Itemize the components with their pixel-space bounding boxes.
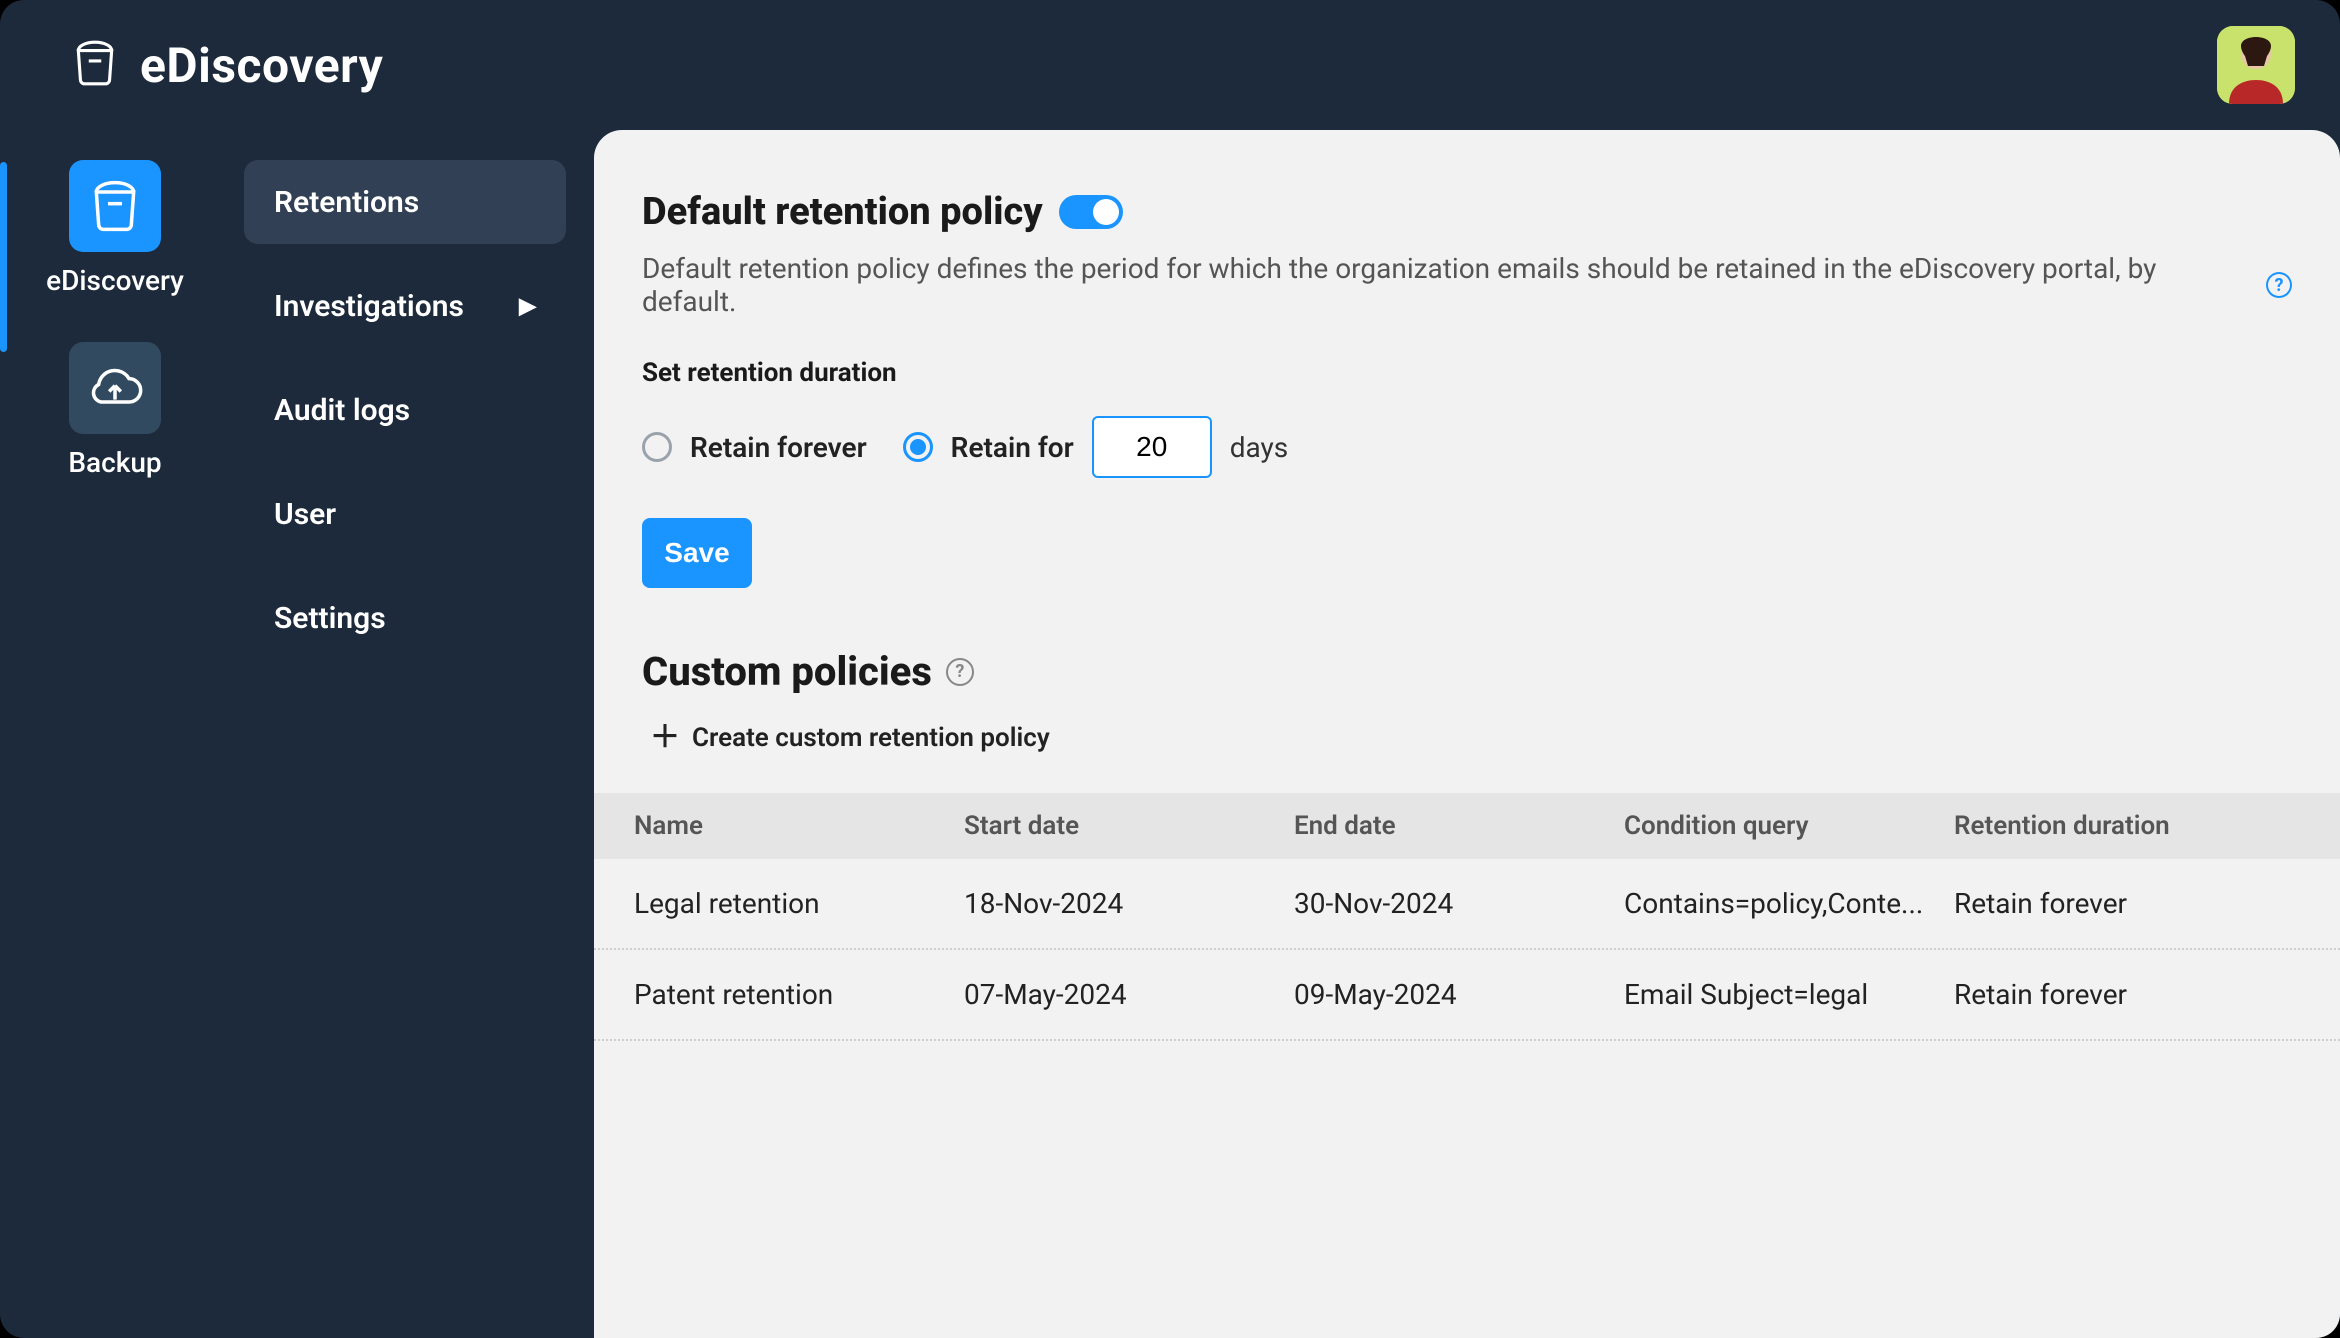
custom-policies-heading-row: Custom policies ? bbox=[642, 648, 2292, 695]
brand: eDiscovery bbox=[70, 37, 383, 94]
radio-checked-icon[interactable] bbox=[903, 432, 933, 462]
retention-duration-options: Retain forever Retain for days bbox=[642, 416, 2292, 478]
cell-name: Legal retention bbox=[634, 887, 964, 920]
col-header-condition: Condition query bbox=[1624, 811, 1954, 841]
save-button[interactable]: Save bbox=[642, 518, 752, 588]
sidebar-item-label: User bbox=[274, 497, 336, 532]
header: eDiscovery bbox=[0, 0, 2340, 130]
default-policy-description-row: Default retention policy defines the per… bbox=[642, 252, 2292, 318]
retain-for-label: Retain for bbox=[951, 431, 1074, 464]
rail-label: eDiscovery bbox=[46, 264, 184, 297]
cloud-upload-icon bbox=[69, 342, 161, 434]
rail-label: Backup bbox=[68, 446, 161, 479]
sidebar-item-settings[interactable]: Settings bbox=[244, 576, 566, 660]
chevron-right-icon: ▶ bbox=[519, 294, 536, 319]
cell-retention: Retain forever bbox=[1954, 887, 2300, 920]
cell-end: 30-Nov-2024 bbox=[1294, 887, 1624, 920]
rail-active-indicator bbox=[0, 162, 7, 352]
default-policy-title: Default retention policy bbox=[642, 190, 1043, 234]
col-header-start: Start date bbox=[964, 811, 1294, 841]
sidebar-item-label: Settings bbox=[274, 601, 386, 636]
sidebar: Retentions Investigations ▶ Audit logs U… bbox=[230, 130, 594, 1338]
cell-end: 09-May-2024 bbox=[1294, 978, 1624, 1011]
leftrail: eDiscovery Backup bbox=[0, 130, 230, 1338]
plus-icon: ＋ bbox=[650, 723, 680, 753]
create-custom-policy-label: Create custom retention policy bbox=[692, 723, 1050, 753]
cell-condition: Email Subject=legal bbox=[1624, 978, 1954, 1011]
default-policy-heading-row: Default retention policy bbox=[642, 190, 2292, 234]
sidebar-item-label: Investigations bbox=[274, 289, 464, 324]
main-content: Default retention policy Default retenti… bbox=[594, 130, 2340, 1338]
retain-forever-option[interactable]: Retain forever bbox=[642, 431, 867, 464]
toggle-knob bbox=[1093, 199, 1119, 225]
sidebar-item-audit-logs[interactable]: Audit logs bbox=[244, 368, 566, 452]
table-header: Name Start date End date Condition query… bbox=[594, 793, 2340, 859]
custom-policies-title: Custom policies bbox=[642, 648, 932, 695]
sidebar-item-investigations[interactable]: Investigations ▶ bbox=[244, 264, 566, 348]
rail-item-ediscovery[interactable]: eDiscovery bbox=[46, 160, 184, 297]
cell-condition: Contains=policy,Conte... bbox=[1624, 887, 1954, 920]
cell-name: Patent retention bbox=[634, 978, 964, 1011]
sidebar-item-label: Retentions bbox=[274, 185, 419, 220]
col-header-name: Name bbox=[634, 811, 964, 841]
sidebar-item-retentions[interactable]: Retentions bbox=[244, 160, 566, 244]
days-unit-label: days bbox=[1230, 431, 1289, 464]
body: eDiscovery Backup Retentions Investigati… bbox=[0, 130, 2340, 1338]
cell-start: 18-Nov-2024 bbox=[964, 887, 1294, 920]
custom-policies-table: Name Start date End date Condition query… bbox=[594, 793, 2340, 1338]
help-icon[interactable]: ? bbox=[946, 658, 974, 686]
cell-retention: Retain forever bbox=[1954, 978, 2300, 1011]
create-custom-policy-button[interactable]: ＋ Create custom retention policy bbox=[642, 723, 2292, 753]
radio-unchecked-icon[interactable] bbox=[642, 432, 672, 462]
sidebar-item-user[interactable]: User bbox=[244, 472, 566, 556]
col-header-end: End date bbox=[1294, 811, 1624, 841]
duration-heading: Set retention duration bbox=[642, 358, 2292, 388]
help-icon[interactable]: ? bbox=[2266, 272, 2292, 298]
brand-archive-icon bbox=[70, 38, 120, 92]
cell-start: 07-May-2024 bbox=[964, 978, 1294, 1011]
col-header-retention: Retention duration bbox=[1954, 811, 2300, 841]
app-root: eDiscovery eD bbox=[0, 0, 2340, 1338]
rail-item-backup[interactable]: Backup bbox=[68, 342, 161, 479]
archive-icon bbox=[69, 160, 161, 252]
retain-days-input[interactable] bbox=[1092, 416, 1212, 478]
default-policy-description: Default retention policy defines the per… bbox=[642, 252, 2254, 318]
default-policy-toggle[interactable] bbox=[1059, 195, 1123, 229]
table-row[interactable]: Legal retention 18-Nov-2024 30-Nov-2024 … bbox=[594, 859, 2340, 950]
avatar[interactable] bbox=[2217, 26, 2295, 104]
table-row[interactable]: Patent retention 07-May-2024 09-May-2024… bbox=[594, 950, 2340, 1041]
sidebar-item-label: Audit logs bbox=[274, 393, 410, 428]
retain-forever-label: Retain forever bbox=[690, 431, 867, 464]
retain-for-option[interactable]: Retain for days bbox=[903, 416, 1289, 478]
app-title: eDiscovery bbox=[140, 37, 383, 94]
